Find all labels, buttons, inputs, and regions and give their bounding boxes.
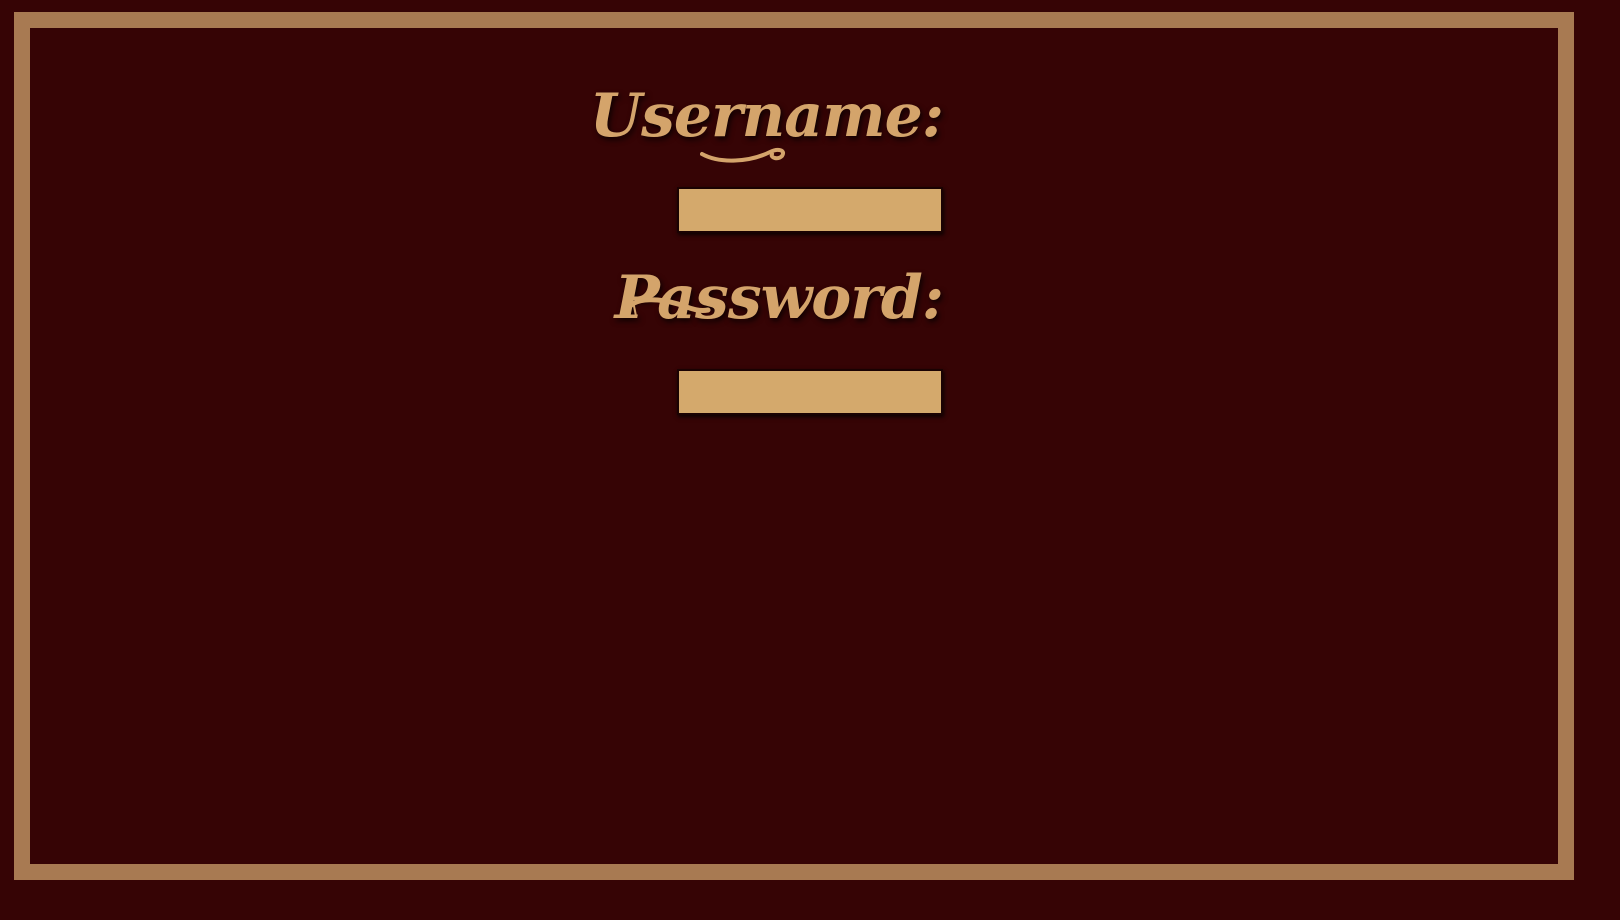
username-input[interactable] bbox=[677, 187, 943, 233]
password-input[interactable] bbox=[677, 369, 943, 415]
username-swash-decoration bbox=[700, 147, 785, 163]
password-swash-decoration bbox=[628, 297, 711, 317]
username-label: Username: bbox=[589, 81, 944, 151]
